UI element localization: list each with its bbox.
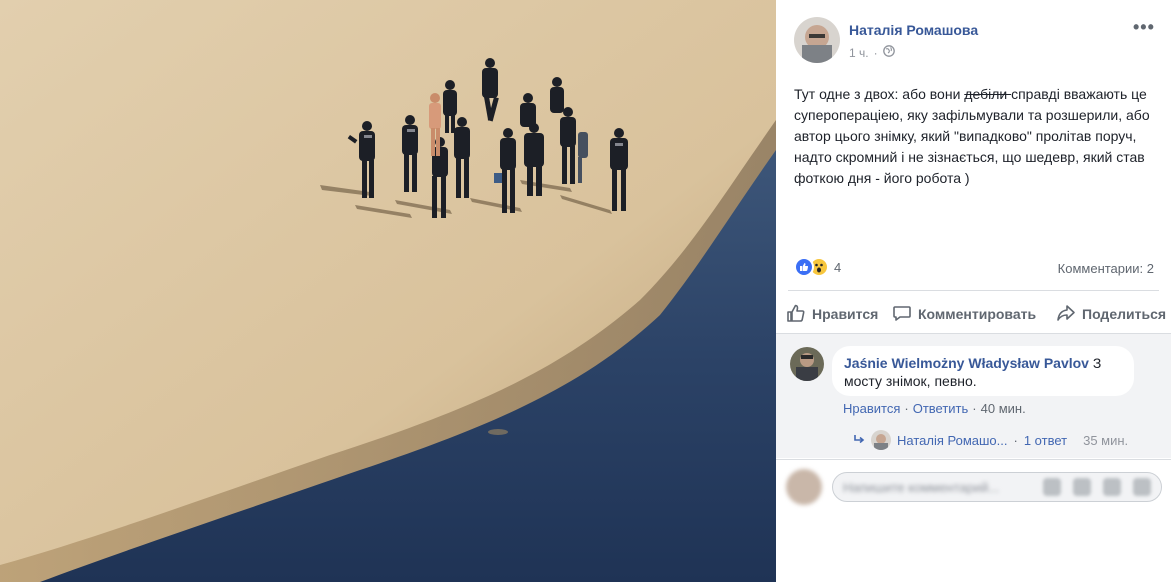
reply-count[interactable]: 1 ответ (1024, 433, 1067, 448)
author-avatar[interactable] (794, 17, 840, 63)
reply-arrow-icon (853, 433, 865, 448)
post-photo[interactable] (0, 0, 776, 582)
comment-author[interactable]: Jaśnie Wielmożny Władysław Pavlov (844, 355, 1089, 371)
replies-link[interactable]: Наталія Ромашо... · 1 ответ 35 мин. (853, 430, 1128, 450)
reply-time: 35 мин. (1083, 432, 1129, 448)
share-arrow-icon (1056, 303, 1076, 326)
more-icon[interactable]: ••• (1133, 17, 1155, 38)
reaction-count[interactable]: 4 (834, 260, 841, 275)
meta-separator: · (873, 45, 878, 60)
share-button[interactable]: Поделиться (1056, 300, 1166, 328)
author-name[interactable]: Наталія Ромашова (849, 22, 978, 38)
comment-reply-link[interactable]: Ответить (913, 401, 969, 416)
globe-icon[interactable] (882, 45, 895, 60)
current-user-avatar (786, 469, 822, 505)
reply-author[interactable]: Наталія Ромашо... (897, 433, 1008, 448)
reactions-summary[interactable]: 4 (794, 257, 841, 277)
comment-button-label: Комментировать (918, 306, 1037, 322)
dot-separator: · (904, 401, 909, 416)
share-button-label: Поделиться (1082, 306, 1167, 322)
post-meta: 1 ч. · (849, 45, 895, 60)
comment-time[interactable]: 40 мин. (981, 401, 1026, 416)
thumbs-up-icon (786, 303, 806, 326)
speech-bubble-icon (892, 303, 912, 326)
camera-icon[interactable] (1073, 478, 1091, 496)
sticker-icon[interactable] (1133, 478, 1151, 496)
like-icon (794, 257, 814, 277)
post-panel: Наталія Ромашова 1 ч. · ••• Тут одне з д… (776, 0, 1171, 582)
emoji-icon[interactable] (1043, 478, 1061, 496)
post-time[interactable]: 1 ч. (849, 46, 869, 60)
like-button-label: Нравится (812, 306, 879, 322)
comment-input-placeholder: Напишите комментарий... (843, 479, 1000, 495)
post-text-struck: дебіли (964, 86, 1012, 102)
commenter-avatar[interactable] (790, 347, 824, 381)
comment-actions: Нравится · Ответить · 40 мин. (843, 401, 1026, 416)
comments-section: Jaśnie Wielmożny Władysław Pavlov З мост… (776, 333, 1171, 458)
beach-photo-image (0, 0, 776, 582)
dot-separator: · (1013, 432, 1018, 448)
compose-comment: Напишите комментарий... (776, 459, 1171, 513)
comment-bubble: Jaśnie Wielmożny Władysław Pavlov З мост… (832, 346, 1134, 396)
dot-separator: · (972, 401, 977, 416)
comments-count[interactable]: Комментарии: 2 (1058, 261, 1154, 276)
compose-tools (1043, 478, 1151, 496)
action-bar: Нравится Комментировать Поделиться (776, 300, 1171, 328)
comment-button[interactable]: Комментировать (892, 300, 1036, 328)
comment-like-link[interactable]: Нравится (843, 401, 900, 416)
reply-avatar (871, 430, 891, 450)
like-button[interactable]: Нравится (786, 300, 878, 328)
photo-viewer: Наталія Ромашова 1 ч. · ••• Тут одне з д… (0, 0, 1171, 582)
post-text-part1: Тут одне з двох: або вони (794, 86, 965, 102)
divider (788, 290, 1159, 291)
comment-input[interactable]: Напишите комментарий... (832, 472, 1162, 502)
post-text: Тут одне з двох: або вони дебіли справді… (794, 84, 1154, 189)
gif-icon[interactable] (1103, 478, 1121, 496)
